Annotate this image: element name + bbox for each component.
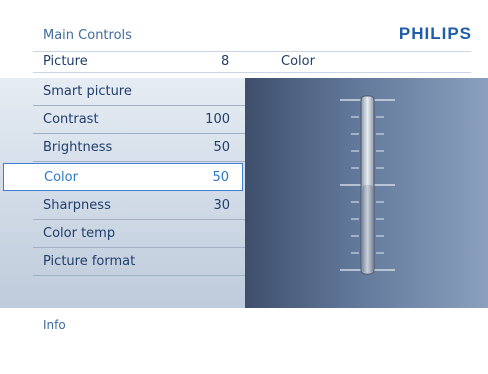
breadcrumb-section[interactable]: Picture bbox=[43, 54, 88, 69]
picture-menu: Smart picture Contrast 100 Brightness 50… bbox=[0, 78, 245, 308]
slider-fill bbox=[362, 185, 373, 273]
menu-item-color-temp[interactable]: Color temp bbox=[0, 220, 245, 248]
philips-logo: PHILIPS bbox=[398, 24, 472, 43]
menu-item-color[interactable]: Color 50 bbox=[3, 163, 243, 191]
main-controls-title: Main Controls bbox=[43, 28, 132, 43]
menu-item-label: Contrast bbox=[43, 112, 99, 127]
menu-item-label: Brightness bbox=[43, 140, 113, 155]
color-adjust-panel bbox=[245, 78, 488, 308]
menu-item-label: Smart picture bbox=[43, 84, 132, 99]
menu-item-value: 100 bbox=[205, 112, 230, 127]
menu-item-label: Sharpness bbox=[43, 198, 111, 213]
breadcrumb-submenu: Color bbox=[281, 54, 315, 69]
color-slider[interactable] bbox=[245, 78, 488, 308]
menu-item-value: 50 bbox=[213, 140, 230, 155]
menu-item-sharpness[interactable]: Sharpness 30 bbox=[0, 192, 245, 220]
menu-item-label: Color bbox=[44, 170, 78, 185]
breadcrumb-bar: Picture 8 Color bbox=[33, 51, 471, 73]
menu-item-brightness[interactable]: Brightness 50 bbox=[0, 134, 245, 162]
menu-divider bbox=[33, 275, 245, 276]
info-label[interactable]: Info bbox=[43, 318, 66, 332]
menu-item-value: 30 bbox=[213, 198, 230, 213]
menu-divider bbox=[33, 161, 245, 162]
breadcrumb-section-value: 8 bbox=[221, 54, 230, 69]
menu-item-value: 50 bbox=[212, 170, 229, 185]
menu-item-smart-picture[interactable]: Smart picture bbox=[0, 78, 245, 106]
menu-item-picture-format[interactable]: Picture format bbox=[0, 248, 245, 276]
menu-item-label: Picture format bbox=[43, 254, 136, 269]
menu-item-contrast[interactable]: Contrast 100 bbox=[0, 106, 245, 134]
menu-item-label: Color temp bbox=[43, 226, 116, 241]
